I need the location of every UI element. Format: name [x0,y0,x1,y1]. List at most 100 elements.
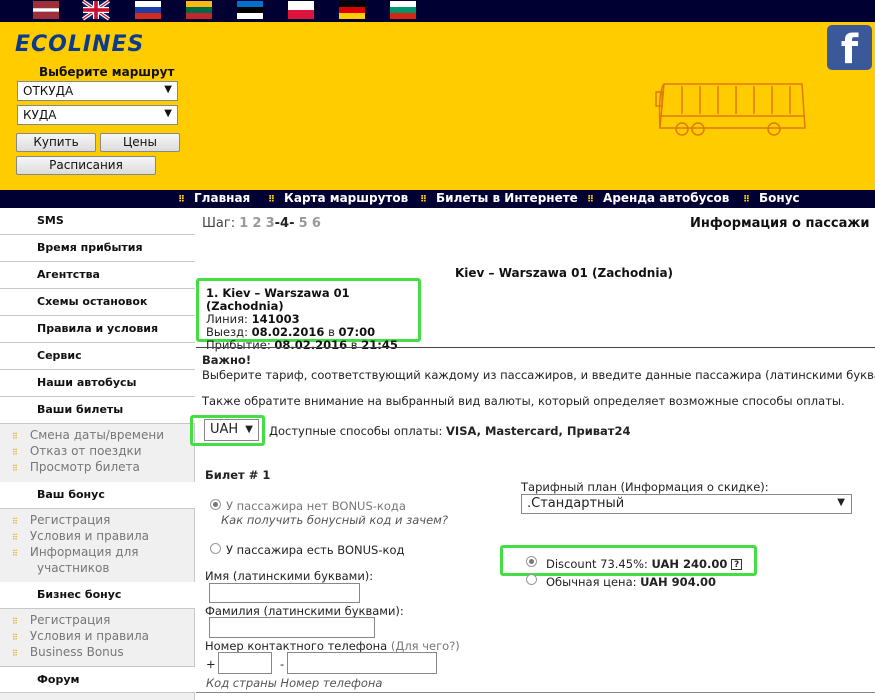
bullet-icon: ⠿ [178,195,185,205]
trip-info-box: 1. Kiev – Warszawa 01 (Zachodnia) Линия:… [196,278,421,352]
bullet-icon: ⠿ [12,617,18,626]
bullet-icon: ⠿ [587,195,594,205]
sidebar-item-rules[interactable]: Правила и условия [0,316,195,343]
lithuania-flag-icon[interactable] [186,1,212,19]
chevron-down-icon: ▼ [164,108,172,119]
surname-label: Фамилия (латинскими буквами): [205,604,404,618]
prices-button[interactable]: Цены [100,133,180,152]
step-4-current: -4- [274,216,295,231]
trip-title: 1. Kiev – Warszawa 01 (Zachodnia) [206,286,350,313]
ticket-title: Билет # 1 [205,468,271,482]
arrival-time: 21:45 [361,338,398,352]
route-heading: Kiev – Warszawa 01 (Zachodnia) [455,266,674,280]
step-indicator: Шаг: 1 2 3-4- 5 6 [202,216,321,231]
uk-flag-icon[interactable] [82,0,110,21]
nav-bus-rental[interactable]: ⠿ Аренда автобусов [587,191,729,205]
has-bonus-radio[interactable] [210,543,221,554]
from-select-value: ОТКУДА [23,84,74,98]
help-icon[interactable]: ? [731,559,743,570]
tariff-note: Выберите тариф, соответствующий каждому … [202,368,875,382]
sidebar-sub-cancel-trip[interactable]: ⠿ Отказ от поездки [12,444,142,458]
sidebar-item-stop-schemes[interactable]: Схемы остановок [0,289,195,316]
sidebar-item-sms[interactable]: SMS [0,208,195,235]
nav-online-tickets[interactable]: ⠿ Билеты в Интернете [420,191,578,205]
page-title: Информация о пассажи [690,216,870,231]
sidebar-sub-participant-info-cont[interactable]: участников [37,561,109,575]
nav-label: Бонус [759,191,800,205]
payment-methods: Доступные способы оплаты: VISA, Masterca… [269,424,631,438]
sidebar-sub-business-registration[interactable]: ⠿ Регистрация [12,613,110,627]
sidebar-item-our-buses[interactable]: Наши автобусы [0,370,195,397]
sidebar-sub-terms[interactable]: ⠿ Условия и правила [12,529,149,543]
bullet-icon: ⠿ [743,195,750,205]
chevron-down-icon: ▼ [245,424,253,435]
important-heading: Важно! [202,353,252,367]
germany-flag-icon[interactable] [339,1,365,19]
nav-label: Главная [194,191,251,205]
first-name-input[interactable] [209,583,360,603]
sidebar-sub-registration[interactable]: ⠿ Регистрация [12,513,110,527]
step-1[interactable]: 1 [239,216,248,231]
divider [196,347,875,348]
nav-label: Аренда автобусов [603,191,730,205]
sidebar-item-business-bonus[interactable]: Бизнес бонус [0,582,195,609]
sidebar-item-your-tickets[interactable]: Ваши билеты [0,397,195,424]
discount-price: UAH 240.00 [651,557,728,571]
has-bonus-label: У пассажира есть BONUS-код [226,543,405,557]
sidebar-sub-participant-info[interactable]: ⠿ Информация для [12,545,139,559]
sidebar-item-service[interactable]: Сервис [0,343,195,370]
nav-bonus[interactable]: ⠿ Бонус [743,191,800,205]
no-bonus-radio[interactable] [210,499,221,510]
bus-icon [655,83,806,136]
ecolines-logo[interactable]: ECOLINES [15,32,144,57]
russia-flag-icon[interactable] [135,1,161,19]
schedule-button[interactable]: Расписания [16,156,156,175]
sidebar-item-your-bonus[interactable]: Ваш бонус [0,482,195,509]
nav-label: Карта маршрутов [284,191,409,205]
bullet-icon: ⠿ [268,195,275,205]
phone-why-link[interactable]: (Для чего?) [391,639,460,653]
sidebar-sub-business-bonus[interactable]: ⠿ Business Bonus [12,645,124,659]
tariff-select[interactable]: .Стандартный ▼ [521,494,852,514]
poland-flag-icon[interactable] [288,1,314,19]
nav-route-map[interactable]: ⠿ Карта маршрутов [268,191,408,205]
bulgaria-flag-icon[interactable] [390,1,416,19]
discount-radio[interactable] [526,556,537,567]
sidebar-item-arrival-time[interactable]: Время прибытия [0,235,195,262]
to-select[interactable]: КУДА ▼ [17,105,178,125]
bullet-icon: ⠿ [12,448,18,457]
nav-label: Билеты в Интернете [436,191,578,205]
surname-input[interactable] [209,617,375,638]
estonia-flag-icon[interactable] [237,1,263,19]
bullet-icon: ⠿ [12,533,18,542]
sidebar-sub-change-date[interactable]: ⠿ Смена даты/времени [12,428,164,442]
bullet-icon: ⠿ [12,432,18,441]
phone-country-code-input[interactable] [218,652,272,674]
route-title: Выберите маршрут [39,65,175,79]
from-select[interactable]: ОТКУДА ▼ [17,81,178,101]
sidebar-sub-view-ticket[interactable]: ⠿ Просмотр билета [12,460,140,474]
flags [33,0,416,21]
regular-price-radio[interactable] [526,574,537,585]
site-header: ECOLINES Выберите маршрут ОТКУДА ▼ КУДА … [0,22,875,190]
buy-button[interactable]: Купить [16,133,96,152]
bullet-icon: ⠿ [12,649,18,658]
how-get-bonus-link[interactable]: Как получить бонусный код и зачем? [221,513,448,527]
facebook-icon[interactable]: f [827,25,872,73]
sidebar-item-agencies[interactable]: Агентства [0,262,195,289]
step-2[interactable]: 2 [252,216,261,231]
step-3[interactable]: 3 [266,216,275,231]
sidebar-sub-business-terms[interactable]: ⠿ Условия и правила [12,629,149,643]
discount-option: Discount 73.45%: UAH 240.00 ? [546,557,743,571]
main-nav: ⠿ Главная ⠿ Карта маршрутов ⠿ Билеты в Инте… [0,190,875,208]
latvia-flag-icon[interactable] [33,1,59,19]
no-bonus-label: У пассажира нет BONUS-кода [226,499,406,513]
step-5: 5 [298,216,308,231]
currency-select[interactable]: UAH ▼ [204,419,259,441]
phone-number-input[interactable] [287,652,437,674]
chevron-down-icon: ▼ [164,84,172,95]
regular-price: UAH 904.00 [640,575,717,589]
bullet-icon: ⠿ [12,517,18,526]
sidebar-item-forum[interactable]: Форум [0,666,195,693]
nav-home[interactable]: ⠿ Главная [178,191,250,205]
